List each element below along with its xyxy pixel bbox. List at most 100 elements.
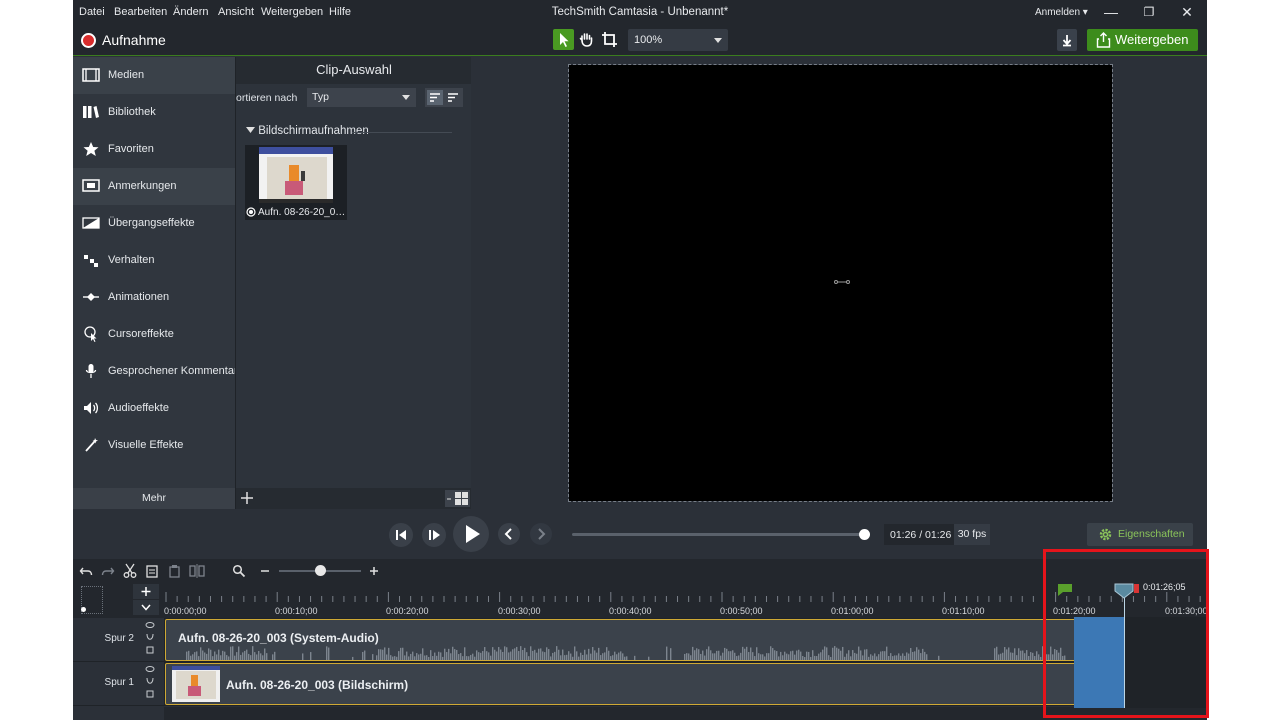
preview-canvas[interactable]: [568, 64, 1113, 502]
waveform-bar: [1008, 647, 1010, 660]
waveform-bar: [536, 652, 538, 660]
select-tool-icon[interactable]: [553, 29, 574, 50]
waveform-bar: [454, 649, 456, 660]
zoom-in-icon[interactable]: [368, 564, 380, 578]
copy-icon[interactable]: [145, 564, 159, 578]
group-header[interactable]: Bildschirmaufnahmen: [246, 125, 369, 137]
record-button[interactable]: Aufnahme: [102, 32, 166, 48]
minimize-icon[interactable]: —: [1092, 0, 1130, 25]
waveform-bar: [446, 652, 448, 660]
track-header-spur-1[interactable]: Spur 1: [73, 662, 164, 706]
split-icon[interactable]: [189, 564, 205, 578]
waveform-bar: [352, 656, 354, 660]
next-button[interactable]: [530, 523, 552, 545]
properties-button[interactable]: Eigenschaften: [1087, 523, 1193, 546]
waveform-bar: [234, 655, 236, 660]
waveform-bar: [390, 655, 392, 660]
waveform-bar: [468, 656, 470, 660]
waveform-bar: [382, 649, 384, 660]
waveform-bar: [220, 655, 222, 660]
magic-wand-icon: [85, 438, 98, 452]
sidebar-item-medien[interactable]: Medien: [73, 57, 235, 94]
waveform-bar: [834, 646, 836, 660]
sidebar-item-cursoreffekte[interactable]: Cursoreffekte: [73, 316, 235, 353]
menu-aendern[interactable]: Ändern: [173, 6, 208, 18]
scrub-bar[interactable]: [572, 533, 864, 536]
paste-icon[interactable]: [167, 564, 181, 578]
time-value: 01:26 / 01:26: [890, 529, 952, 541]
track-controls-icon[interactable]: [145, 664, 155, 704]
sort-order-buttons[interactable]: [425, 88, 463, 107]
record-icon[interactable]: [81, 33, 96, 48]
menu-ansicht[interactable]: Ansicht: [218, 6, 254, 18]
download-button[interactable]: [1057, 29, 1077, 51]
waveform-bar: [900, 655, 902, 660]
animation-icon: [83, 293, 99, 301]
waveform-bar: [856, 653, 858, 660]
waveform-bar: [378, 649, 380, 660]
add-icon[interactable]: [240, 491, 254, 505]
waveform-bar: [822, 649, 824, 660]
close-icon[interactable]: ✕: [1168, 0, 1206, 25]
video-clip-thumbnail: [172, 666, 220, 702]
chevron-right-icon: [538, 528, 546, 540]
more-button[interactable]: Mehr: [73, 488, 235, 509]
zoom-dropdown[interactable]: 100%: [628, 29, 728, 51]
sidebar-item-kommentar[interactable]: Gesprochener Kommentar: [73, 353, 238, 390]
menu-weitergeben[interactable]: Weitergeben: [261, 6, 323, 18]
waveform-bar: [684, 653, 686, 660]
step-back-button[interactable]: [389, 523, 413, 547]
sidebar-item-verhalten[interactable]: Verhalten: [73, 242, 235, 279]
sidebar-item-visuelle-effekte[interactable]: Visuelle Effekte: [73, 427, 235, 464]
clip-bin-title: Clip-Auswahl: [236, 57, 472, 84]
fps-display[interactable]: 30 fps: [954, 524, 990, 545]
track-controls-icon[interactable]: [145, 620, 155, 660]
waveform-bar: [754, 656, 756, 660]
sort-dropdown[interactable]: Typ: [307, 88, 416, 107]
undo-icon[interactable]: [79, 564, 93, 578]
track-header-spur-2[interactable]: Spur 2: [73, 618, 164, 662]
waveform-bar: [236, 652, 238, 660]
step-forward-button[interactable]: [422, 523, 446, 547]
waveform-bar: [578, 656, 580, 660]
video-clip[interactable]: Aufn. 08-26-20_003 (Bildschirm): [165, 663, 1165, 705]
redo-icon[interactable]: [101, 564, 115, 578]
scrub-handle[interactable]: [859, 529, 870, 540]
sidebar-item-bibliothek[interactable]: Bibliothek: [73, 94, 235, 131]
timeline-zoom-handle[interactable]: [315, 565, 326, 576]
expand-tracks-button[interactable]: [133, 600, 159, 615]
signin-menu[interactable]: Anmelden ▾: [1035, 7, 1088, 18]
waveform-bar: [474, 656, 476, 660]
sidebar-item-uebergangseffekte[interactable]: Übergangseffekte: [73, 205, 235, 242]
skip-back-icon: [396, 530, 406, 540]
sidebar-item-animationen[interactable]: Animationen: [73, 279, 235, 316]
waveform-bar: [1036, 651, 1038, 660]
scissors-icon[interactable]: [123, 563, 137, 579]
crop-tool-icon[interactable]: [599, 29, 620, 50]
add-track-button[interactable]: [133, 584, 159, 599]
sidebar-item-audioeffekte[interactable]: Audioeffekte: [73, 390, 235, 427]
menu-datei[interactable]: Datei: [79, 6, 105, 18]
previous-button[interactable]: [498, 523, 520, 545]
sidebar-item-favoriten[interactable]: Favoriten: [73, 131, 235, 168]
waveform-bar: [666, 646, 668, 660]
waveform-bar: [226, 655, 228, 660]
waveform-bar: [302, 653, 304, 660]
waveform-bar: [526, 652, 528, 660]
waveform-bar: [456, 649, 458, 660]
zoom-out-icon[interactable]: [259, 564, 271, 578]
maximize-icon[interactable]: ❐: [1130, 0, 1168, 25]
menu-hilfe[interactable]: Hilfe: [329, 6, 351, 18]
share-button[interactable]: Weitergeben: [1087, 29, 1198, 51]
pan-tool-icon[interactable]: [576, 29, 597, 50]
sidebar-item-anmerkungen[interactable]: Anmerkungen: [73, 168, 235, 205]
play-button[interactable]: [453, 516, 489, 552]
menu-bearbeiten[interactable]: Bearbeiten: [114, 6, 167, 18]
waveform-bar: [634, 655, 636, 660]
waveform-bar: [490, 655, 492, 660]
sidebar-item-label: Favoriten: [108, 143, 154, 155]
waveform-bar: [612, 655, 614, 660]
grid-view-icon[interactable]: [445, 490, 470, 507]
waveform-bar: [706, 649, 708, 660]
audio-clip[interactable]: Aufn. 08-26-20_003 (System-Audio): [165, 619, 1165, 661]
